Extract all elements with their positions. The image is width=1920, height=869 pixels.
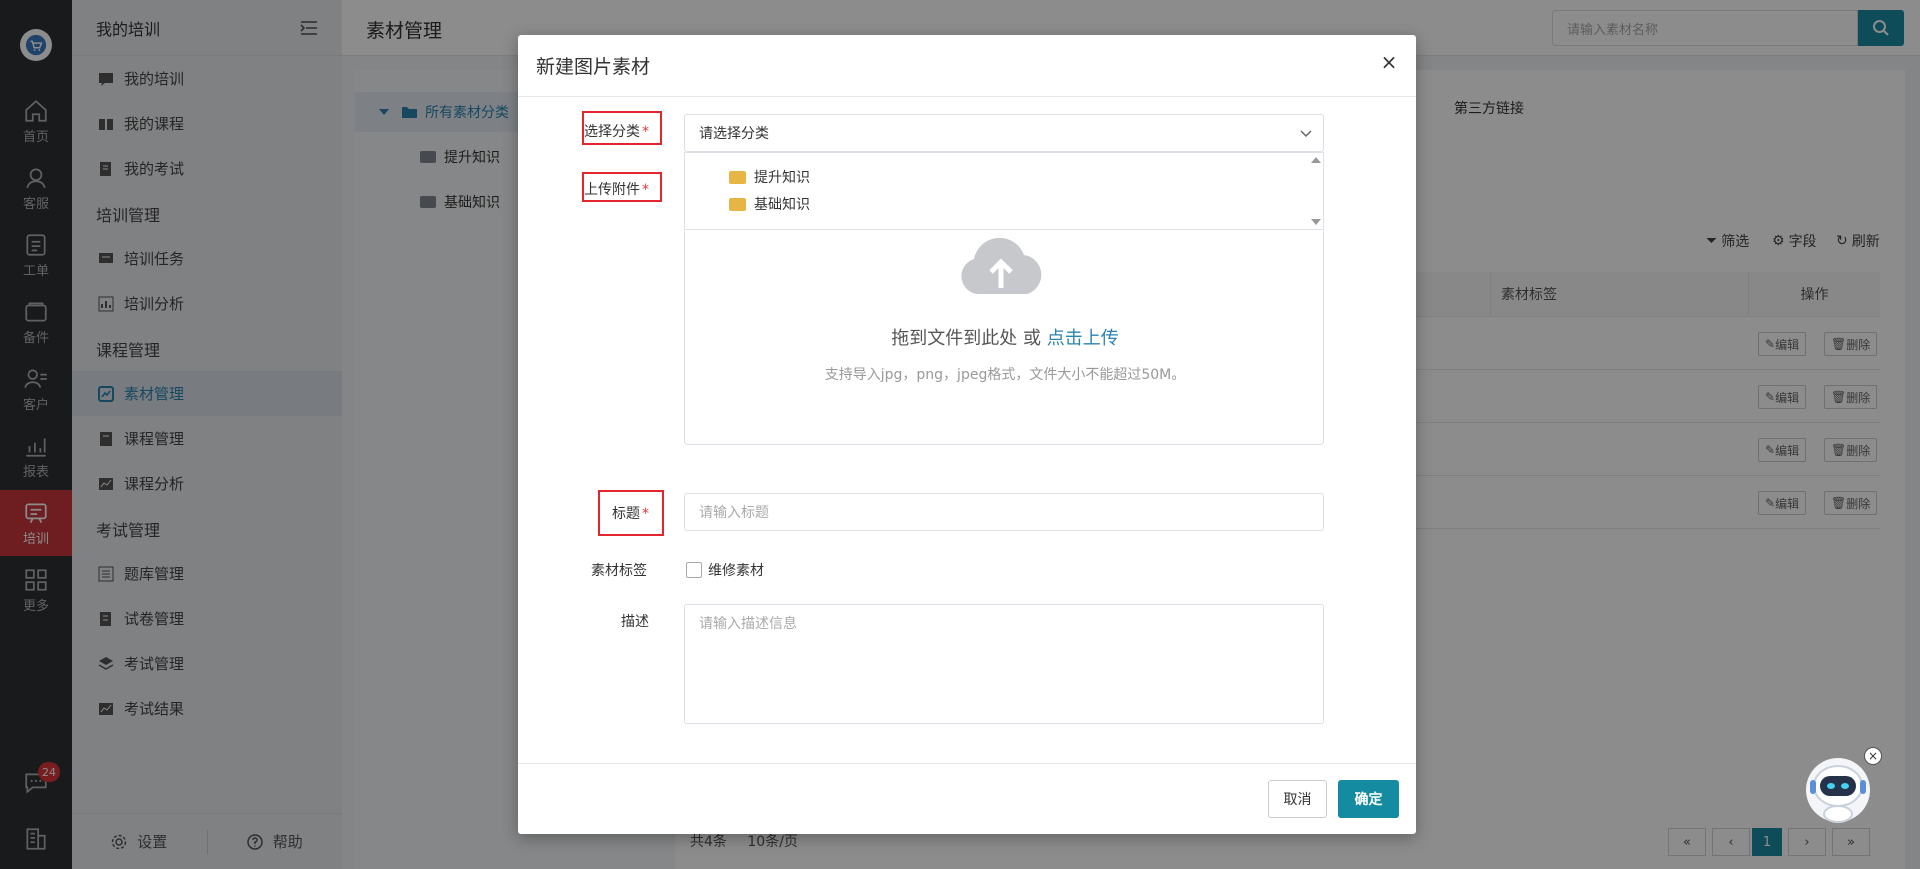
option-label: 基础知识 [754,197,810,213]
new-image-material-dialog: 新建图片素材 × 选择分类 * 请选择分类 提升知识 基础知识 上传附件 * 拖到文… [518,35,1416,834]
category-select-value: 请选择分类 [699,126,769,142]
dialog-close-button[interactable]: × [1378,50,1400,74]
chevron-down-icon [1300,130,1312,138]
dialog-footer: 取消 确定 [518,763,1416,834]
robot-icon [1806,758,1870,823]
robot-close-button[interactable]: × [1864,747,1882,765]
option-label: 提升知识 [754,170,810,186]
folder-icon [729,170,746,184]
upload-text: 拖到文件到此处 或 [891,328,1047,349]
label-text: 标题 [612,506,640,522]
upload-instruction: 拖到文件到此处 或 点击上传 [685,324,1325,350]
label-text: 选择分类 [584,124,640,140]
upload-dropzone[interactable]: 拖到文件到此处 或 点击上传 支持导入jpg，png，jpeg格式，文件大小不能… [684,230,1324,445]
assistant-robot[interactable] [1804,750,1872,830]
category-dropdown: 提升知识 基础知识 [684,152,1324,230]
close-icon: × [1867,749,1879,763]
cancel-button[interactable]: 取消 [1268,780,1327,818]
cloud-upload-icon [961,238,1042,294]
category-label: 选择分类 * [584,121,649,141]
upload-hint: 支持导入jpg，png，jpeg格式，文件大小不能超过50M。 [824,367,1186,383]
required-mark: * [642,182,649,198]
category-select[interactable]: 请选择分类 [684,114,1324,152]
required-mark: * [642,124,649,140]
repair-material-checkbox[interactable] [686,562,702,578]
category-option[interactable]: 提升知识 [729,167,810,187]
dialog-title: 新建图片素材 [536,56,651,78]
upload-label: 上传附件 * [584,179,649,199]
tag-label: 素材标签 [591,563,647,579]
label-text: 上传附件 [584,182,640,198]
click-upload-link[interactable]: 点击上传 [1047,328,1119,349]
description-textarea[interactable]: 请输入描述信息 [684,604,1324,724]
confirm-button[interactable]: 确定 [1338,780,1399,818]
repair-material-label[interactable]: 维修素材 [708,560,764,580]
description-label: 描述 [621,614,649,630]
folder-icon [729,197,746,211]
close-icon: × [1380,50,1398,74]
category-option[interactable]: 基础知识 [729,194,810,214]
title-label: 标题 * [612,503,649,523]
dialog-header: 新建图片素材 × [518,35,1416,97]
scroll-down-icon[interactable] [1311,219,1321,225]
scroll-up-icon[interactable] [1311,157,1321,163]
title-input[interactable]: 请输入标题 [684,493,1324,531]
required-mark: * [642,506,649,522]
